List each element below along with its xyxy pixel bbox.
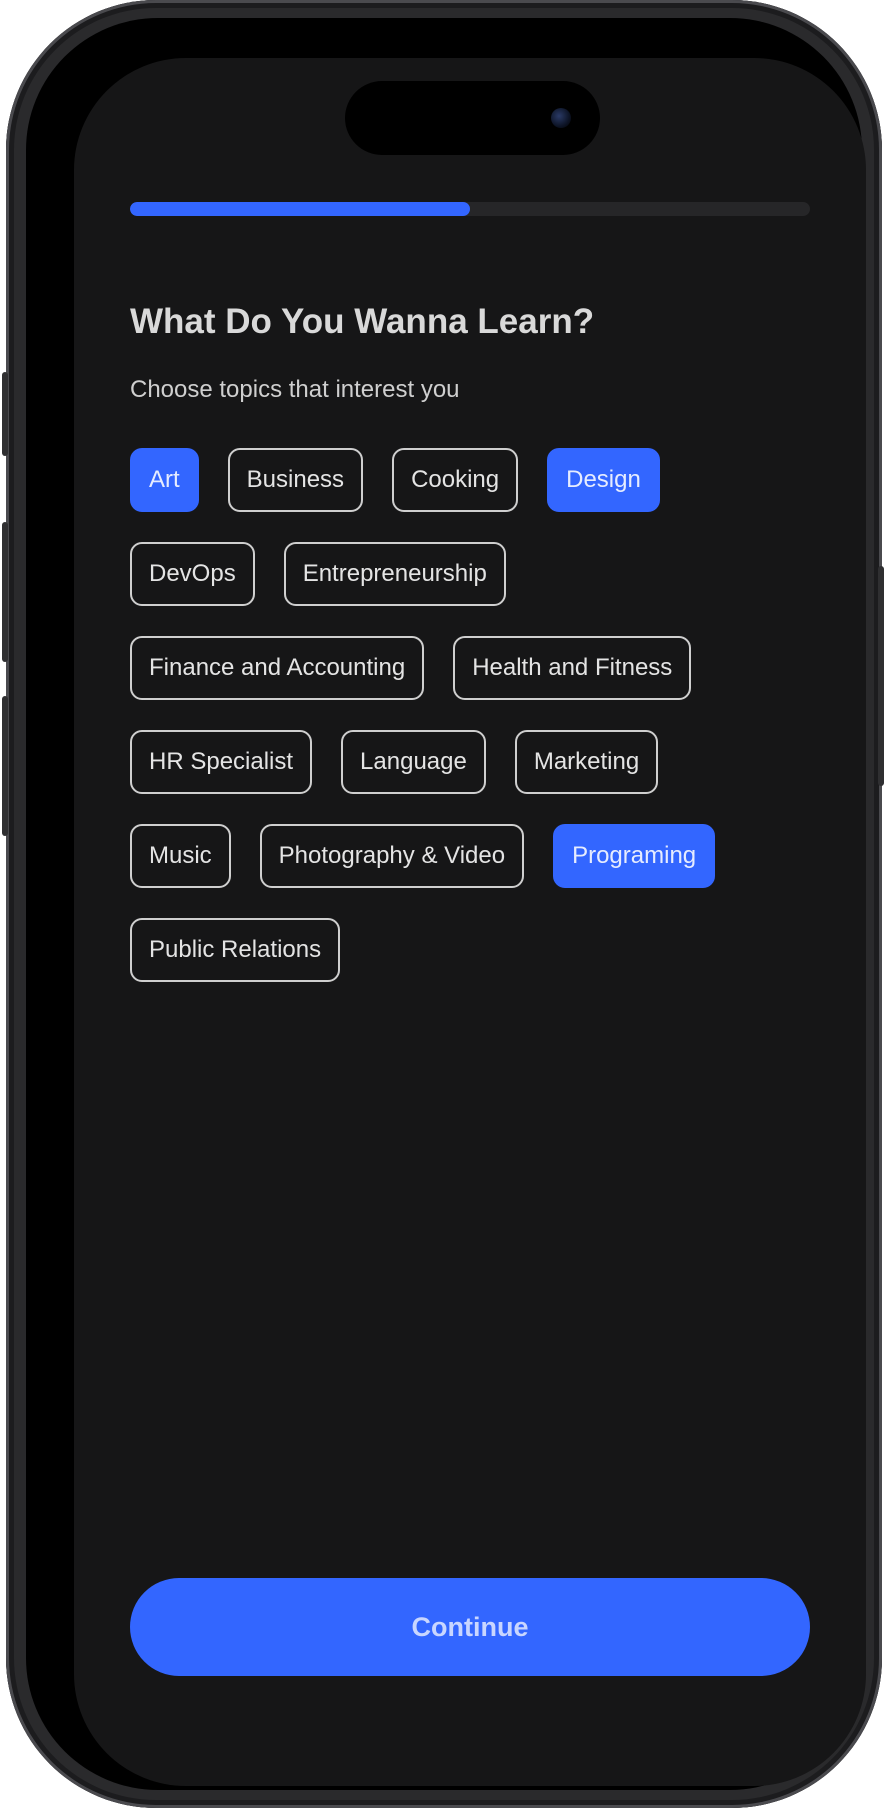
topic-chip-language[interactable]: Language (341, 730, 486, 794)
chip-row: DevOps Entrepreneurship (130, 542, 820, 606)
continue-button[interactable]: Continue (130, 1578, 810, 1676)
dynamic-island (345, 81, 600, 155)
page-title: What Do You Wanna Learn? (130, 302, 595, 341)
chip-row: Art Business Cooking Design (130, 448, 820, 512)
progress-fill (130, 202, 470, 216)
page-subtitle: Choose topics that interest you (130, 376, 460, 403)
volume-down-button (2, 696, 8, 836)
topic-chip-business[interactable]: Business (227, 448, 364, 512)
volume-up-button (2, 522, 8, 662)
camera-icon (551, 108, 571, 128)
topic-chip-marketing[interactable]: Marketing (514, 730, 659, 794)
topic-chip-devops[interactable]: DevOps (130, 542, 255, 606)
topic-chip-programing[interactable]: Programing (553, 824, 716, 888)
screen-bezel: What Do You Wanna Learn? Choose topics t… (26, 18, 866, 1790)
onboarding-progress-bar (130, 202, 810, 216)
topic-chip-cooking[interactable]: Cooking (392, 448, 519, 512)
topic-chip-art[interactable]: Art (130, 448, 199, 512)
app-screen: What Do You Wanna Learn? Choose topics t… (74, 58, 866, 1786)
chip-row: HR Specialist Language Marketing (130, 730, 820, 794)
topic-chip-hr-specialist[interactable]: HR Specialist (130, 730, 313, 794)
topic-chip-design[interactable]: Design (547, 448, 660, 512)
phone-frame: What Do You Wanna Learn? Choose topics t… (2, 0, 884, 1808)
topic-chip-entrepreneurship[interactable]: Entrepreneurship (283, 542, 506, 606)
topic-chip-music[interactable]: Music (130, 824, 231, 888)
power-button (878, 566, 884, 786)
topic-chip-list: Art Business Cooking Design DevOps Entre… (130, 448, 820, 1012)
action-button (2, 372, 8, 456)
topic-chip-photography-video[interactable]: Photography & Video (259, 824, 525, 888)
topic-chip-finance-and-accounting[interactable]: Finance and Accounting (130, 636, 425, 700)
chip-row: Finance and Accounting Health and Fitnes… (130, 636, 820, 700)
chip-row: Music Photography & Video Programing (130, 824, 820, 888)
topic-chip-public-relations[interactable]: Public Relations (130, 918, 341, 982)
topic-chip-health-and-fitness[interactable]: Health and Fitness (453, 636, 692, 700)
chip-row: Public Relations (130, 918, 820, 982)
